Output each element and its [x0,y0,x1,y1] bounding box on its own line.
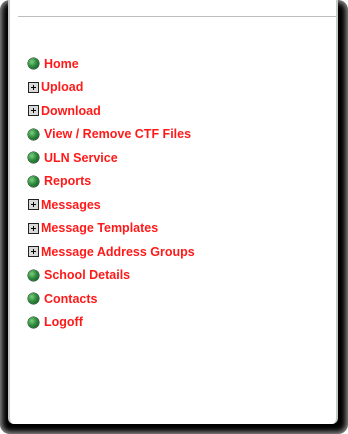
menu-item-messages[interactable]: Messages [28,193,195,217]
expand-icon[interactable] [28,246,39,258]
top-divider [18,16,336,17]
menu-item-home[interactable]: Home [28,52,195,76]
bullet-icon [28,58,39,70]
menu-item-label[interactable]: Message Address Groups [41,245,195,259]
menu-item-label[interactable]: ULN Service [44,151,118,165]
bullet-icon [28,269,39,281]
menu-item-download[interactable]: Download [28,99,195,123]
menu-item-reports[interactable]: Reports [28,170,195,194]
menu-item-label[interactable]: School Details [44,268,130,282]
expand-icon[interactable] [28,199,39,211]
menu-item-uln-service[interactable]: ULN Service [28,146,195,170]
menu-item-label[interactable]: Home [44,57,79,71]
expand-icon[interactable] [28,222,39,234]
bullet-icon [28,316,39,328]
expand-icon[interactable] [28,81,39,93]
menu-item-school-details[interactable]: School Details [28,264,195,288]
menu-item-label[interactable]: Download [41,104,101,118]
expand-icon[interactable] [28,105,39,117]
menu-item-label[interactable]: Contacts [44,292,97,306]
bullet-icon [28,128,39,140]
menu-item-logoff[interactable]: Logoff [28,311,195,335]
bullet-icon [28,175,39,187]
menu-item-label[interactable]: Messages [41,198,101,212]
menu-item-upload[interactable]: Upload [28,76,195,100]
menu-item-label[interactable]: Reports [44,174,91,188]
menu-item-label[interactable]: Message Templates [41,221,158,235]
menu-item-label[interactable]: Logoff [44,315,83,329]
menu-item-message-address-groups[interactable]: Message Address Groups [28,240,195,264]
menu-item-label[interactable]: View / Remove CTF Files [44,127,191,141]
navigation-menu: Home Upload Download View / Remove CTF F… [28,52,195,334]
menu-item-view-remove-ctf-files[interactable]: View / Remove CTF Files [28,123,195,147]
menu-item-contacts[interactable]: Contacts [28,287,195,311]
bullet-icon [28,293,39,305]
window-frame: Home Upload Download View / Remove CTF F… [0,0,348,434]
bullet-icon [28,152,39,164]
menu-item-label[interactable]: Upload [41,80,83,94]
menu-item-message-templates[interactable]: Message Templates [28,217,195,241]
